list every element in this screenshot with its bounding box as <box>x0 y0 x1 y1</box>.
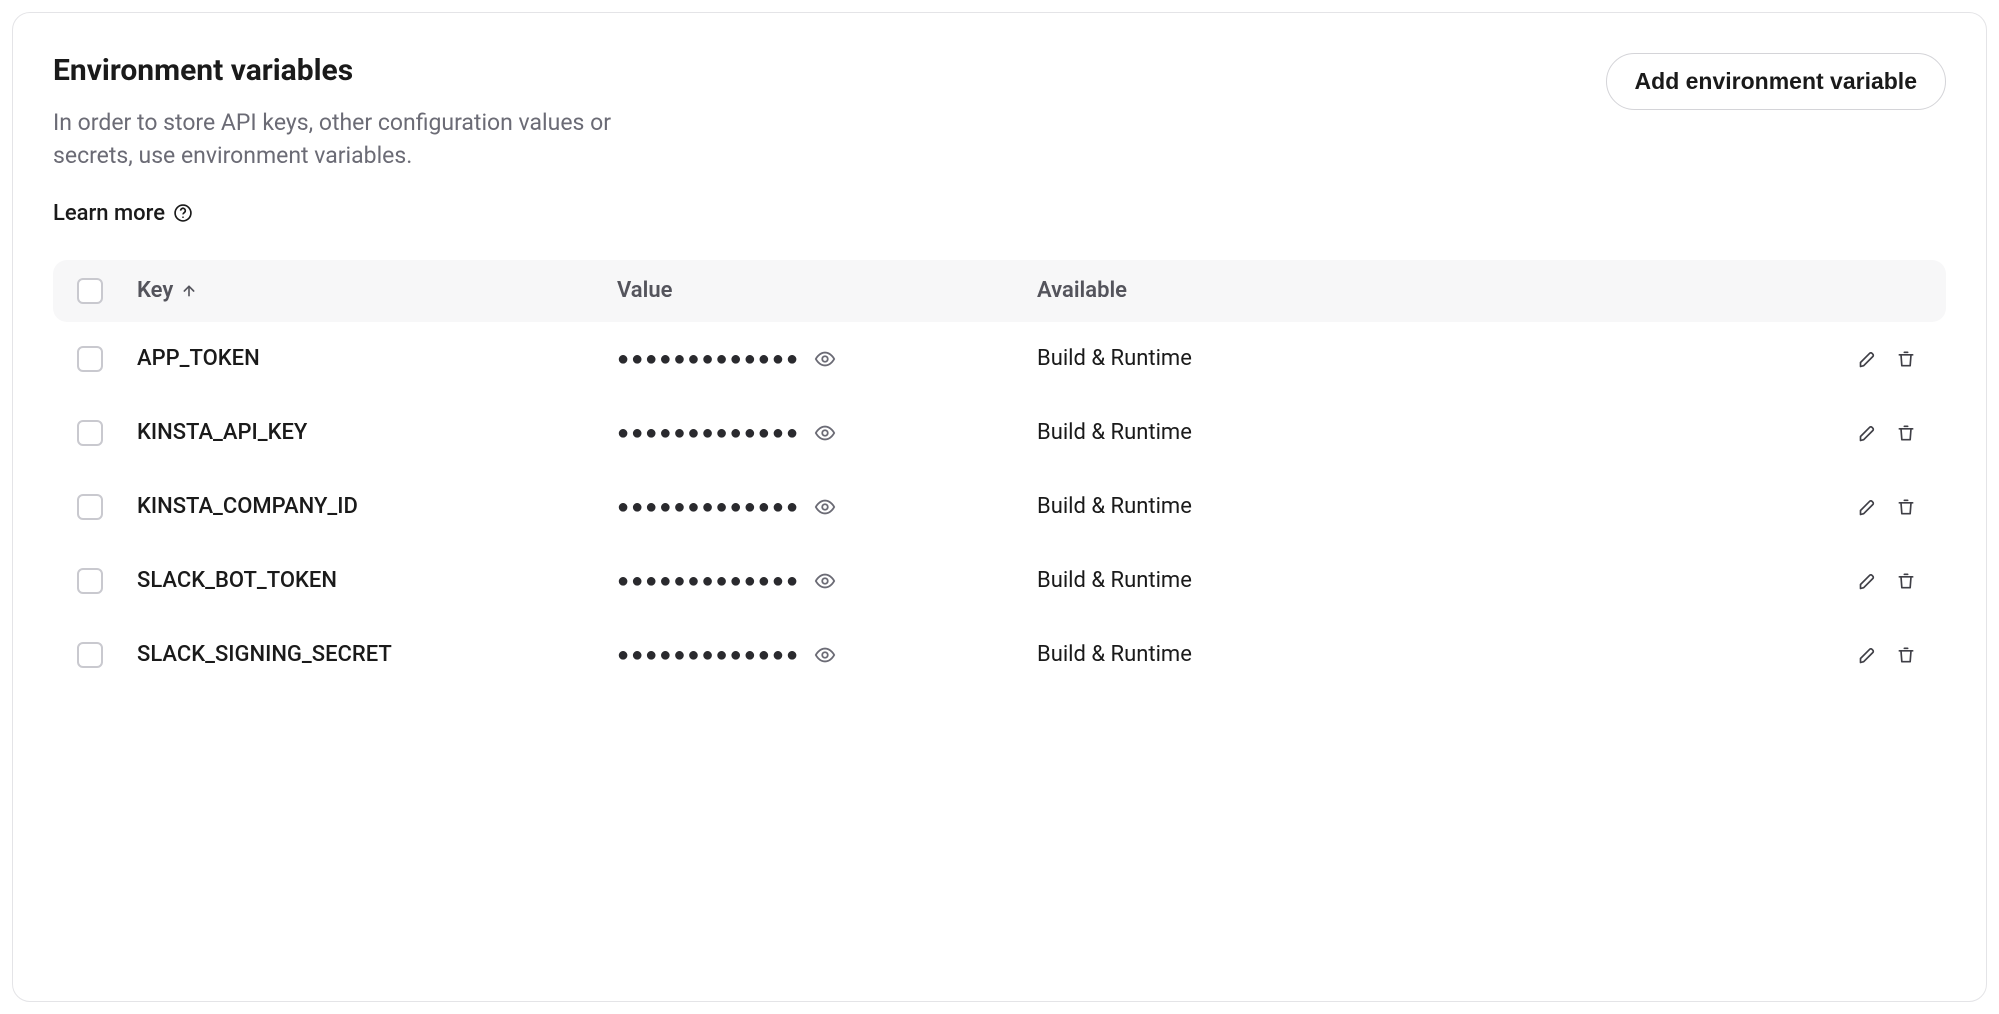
env-vars-table: Key Value Available APP_TOKEN ●●●●●●●●●●… <box>53 260 1946 692</box>
row-available: Build & Runtime <box>1037 346 1802 371</box>
pencil-icon[interactable] <box>1858 497 1878 517</box>
row-available: Build & Runtime <box>1037 420 1802 445</box>
row-select-cell <box>77 420 137 446</box>
table-header: Key Value Available <box>53 260 1946 322</box>
row-key: APP_TOKEN <box>137 346 617 371</box>
page-description: In order to store API keys, other config… <box>53 106 613 173</box>
row-checkbox[interactable] <box>77 346 103 372</box>
col-value[interactable]: Value <box>617 278 1037 303</box>
trash-icon[interactable] <box>1896 571 1916 591</box>
trash-icon[interactable] <box>1896 349 1916 369</box>
row-checkbox[interactable] <box>77 642 103 668</box>
row-available: Build & Runtime <box>1037 568 1802 593</box>
eye-icon[interactable] <box>814 496 836 518</box>
row-key: KINSTA_COMPANY_ID <box>137 494 617 519</box>
row-key: SLACK_BOT_TOKEN <box>137 568 617 593</box>
table-body: APP_TOKEN ●●●●●●●●●●●●● Build & Runtime <box>53 322 1946 692</box>
row-value-masked: ●●●●●●●●●●●●● <box>617 568 800 593</box>
sort-asc-icon <box>181 283 197 299</box>
row-value-cell: ●●●●●●●●●●●●● <box>617 420 1037 445</box>
row-value-masked: ●●●●●●●●●●●●● <box>617 494 800 519</box>
table-row: APP_TOKEN ●●●●●●●●●●●●● Build & Runtime <box>53 322 1946 396</box>
row-select-cell <box>77 642 137 668</box>
eye-icon[interactable] <box>814 570 836 592</box>
row-key: KINSTA_API_KEY <box>137 420 617 445</box>
row-select-cell <box>77 568 137 594</box>
table-row: SLACK_SIGNING_SECRET ●●●●●●●●●●●●● Build… <box>53 618 1946 692</box>
row-value-cell: ●●●●●●●●●●●●● <box>617 346 1037 371</box>
row-available: Build & Runtime <box>1037 494 1802 519</box>
pencil-icon[interactable] <box>1858 645 1878 665</box>
header-row: Environment variables In order to store … <box>53 53 1946 260</box>
trash-icon[interactable] <box>1896 423 1916 443</box>
learn-more-link[interactable]: Learn more <box>53 201 193 226</box>
select-all-cell <box>77 278 137 304</box>
table-row: SLACK_BOT_TOKEN ●●●●●●●●●●●●● Build & Ru… <box>53 544 1946 618</box>
row-actions <box>1858 349 1922 369</box>
row-value-masked: ●●●●●●●●●●●●● <box>617 420 800 445</box>
row-available: Build & Runtime <box>1037 642 1802 667</box>
pencil-icon[interactable] <box>1858 349 1878 369</box>
row-key: SLACK_SIGNING_SECRET <box>137 642 617 667</box>
row-value-masked: ●●●●●●●●●●●●● <box>617 642 800 667</box>
row-value-cell: ●●●●●●●●●●●●● <box>617 568 1037 593</box>
row-actions <box>1858 497 1922 517</box>
row-actions <box>1858 571 1922 591</box>
row-select-cell <box>77 346 137 372</box>
col-available[interactable]: Available <box>1037 278 1802 303</box>
eye-icon[interactable] <box>814 644 836 666</box>
row-actions <box>1858 645 1922 665</box>
env-vars-card: Environment variables In order to store … <box>12 12 1987 1002</box>
header-left: Environment variables In order to store … <box>53 53 613 260</box>
learn-more-label: Learn more <box>53 201 165 226</box>
row-checkbox[interactable] <box>77 420 103 446</box>
row-checkbox[interactable] <box>77 494 103 520</box>
col-key[interactable]: Key <box>137 278 617 303</box>
row-select-cell <box>77 494 137 520</box>
add-env-var-button[interactable]: Add environment variable <box>1606 53 1946 110</box>
help-circle-icon <box>173 203 193 223</box>
row-checkbox[interactable] <box>77 568 103 594</box>
col-key-label: Key <box>137 278 173 303</box>
trash-icon[interactable] <box>1896 645 1916 665</box>
eye-icon[interactable] <box>814 422 836 444</box>
table-row: KINSTA_API_KEY ●●●●●●●●●●●●● Build & Run… <box>53 396 1946 470</box>
row-actions <box>1858 423 1922 443</box>
table-row: KINSTA_COMPANY_ID ●●●●●●●●●●●●● Build & … <box>53 470 1946 544</box>
trash-icon[interactable] <box>1896 497 1916 517</box>
row-value-cell: ●●●●●●●●●●●●● <box>617 494 1037 519</box>
row-value-cell: ●●●●●●●●●●●●● <box>617 642 1037 667</box>
row-value-masked: ●●●●●●●●●●●●● <box>617 346 800 371</box>
eye-icon[interactable] <box>814 348 836 370</box>
select-all-checkbox[interactable] <box>77 278 103 304</box>
page-title: Environment variables <box>53 53 613 88</box>
pencil-icon[interactable] <box>1858 423 1878 443</box>
pencil-icon[interactable] <box>1858 571 1878 591</box>
